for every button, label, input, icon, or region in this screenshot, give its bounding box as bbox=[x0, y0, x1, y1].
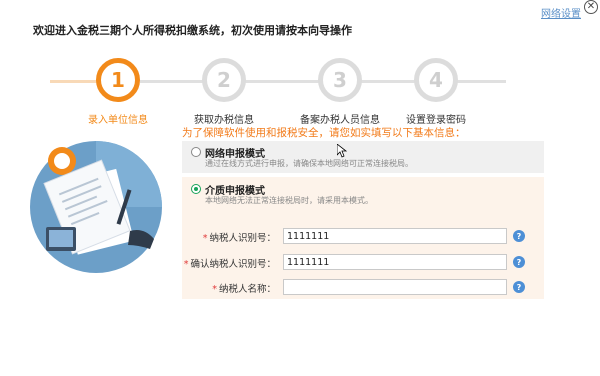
media-mode-desc: 本地网络无法正常连接税局时，请采用本模式。 bbox=[205, 196, 373, 205]
required-mark: * bbox=[202, 233, 208, 244]
step-1-circle: 1 bbox=[96, 58, 140, 102]
taxpayer-id-label: * 纳税人识别号： bbox=[202, 233, 276, 244]
step-2-circle: 2 bbox=[202, 58, 246, 102]
mouse-cursor-icon bbox=[337, 144, 347, 158]
step-line-tail bbox=[456, 80, 506, 83]
required-mark: * bbox=[183, 259, 189, 270]
taxpayer-id-help-icon[interactable]: ? bbox=[513, 230, 525, 242]
step-line-3-4 bbox=[360, 80, 416, 83]
step-2-label: 获取办税信息 bbox=[194, 115, 254, 126]
security-notice: 为了保障软件使用和报税安全，请您如实填写以下基本信息： bbox=[182, 127, 466, 139]
step-1-label: 录入单位信息 bbox=[88, 115, 148, 126]
welcome-title: 欢迎进入金税三期个人所得税扣缴系统，初次使用请按本向导操作 bbox=[33, 24, 352, 37]
online-mode-radio[interactable] bbox=[191, 147, 201, 157]
confirm-id-input[interactable] bbox=[283, 254, 507, 270]
taxpayer-name-input[interactable] bbox=[283, 279, 507, 295]
required-mark: * bbox=[212, 284, 217, 295]
close-button[interactable]: ✕ bbox=[584, 0, 598, 14]
taxpayer-name-help-icon[interactable]: ? bbox=[513, 281, 525, 293]
taxpayer-name-label: * 纳税人名称： bbox=[212, 284, 276, 295]
step-3-label: 备案办税人员信息 bbox=[300, 115, 380, 126]
network-settings-link[interactable]: 网络设置 bbox=[541, 5, 581, 20]
step-3-circle: 3 bbox=[318, 58, 362, 102]
step-4-label: 设置登录密码 bbox=[406, 115, 466, 126]
online-mode-desc: 通过在线方式进行申报，请确保本地网络可正常连接税局。 bbox=[205, 159, 413, 168]
close-icon: ✕ bbox=[586, 1, 596, 12]
step-4-circle: 4 bbox=[414, 58, 458, 102]
step-line-2-3 bbox=[244, 80, 320, 83]
confirm-id-label: * 确认纳税人识别号： bbox=[183, 259, 276, 270]
document-illustration bbox=[30, 141, 162, 273]
step-line-1-2 bbox=[140, 80, 204, 83]
taxpayer-id-input[interactable] bbox=[283, 228, 507, 244]
media-mode-radio[interactable] bbox=[191, 184, 201, 194]
confirm-id-help-icon[interactable]: ? bbox=[513, 256, 525, 268]
